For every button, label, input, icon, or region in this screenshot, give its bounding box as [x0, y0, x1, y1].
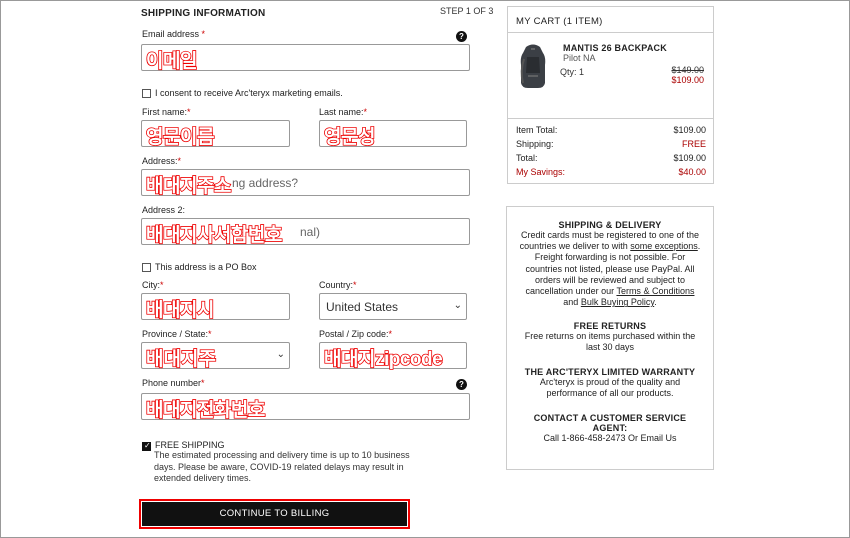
first-name-overlay: 영문이름: [145, 126, 215, 149]
contact-text[interactable]: Call 1-866-458-2473 Or Email Us: [519, 433, 701, 444]
shipping-delivery-title: SHIPPING & DELIVERY: [558, 220, 662, 230]
phone-help-icon[interactable]: ?: [456, 379, 467, 390]
cart-title: MY CART (1 ITEM): [516, 16, 603, 27]
email-help-icon[interactable]: ?: [456, 31, 467, 42]
address-overlay: 배대지주소: [145, 175, 232, 198]
returns-text: Free returns on items purchased within t…: [524, 331, 696, 353]
price-original: $149.00: [671, 65, 704, 75]
province-overlay: 배대지주: [145, 348, 217, 371]
warranty-text: Arc'teryx is proud of the quality and pe…: [539, 377, 681, 399]
last-name-overlay: 영문성: [323, 126, 376, 149]
section-title: SHIPPING INFORMATION: [141, 8, 266, 19]
free-shipping-checkbox[interactable]: [142, 441, 151, 451]
free-shipping-title: FREE SHIPPING: [155, 440, 225, 450]
address2-field[interactable]: nal) 배대지사서함번호: [141, 218, 470, 247]
po-box-checkbox[interactable]: [142, 263, 151, 272]
shipping-info-panel: SHIPPING & DELIVERY Credit cards must be…: [506, 206, 714, 470]
chevron-down-icon: ⌄: [453, 300, 462, 311]
po-box-label: This address is a PO Box: [155, 262, 257, 272]
country-label: Country:*: [319, 280, 357, 290]
address-label: Address:*: [142, 156, 182, 166]
continue-to-billing-button[interactable]: CONTINUE TO BILLING: [142, 502, 407, 526]
shipping-delivery-text: Credit cards must be registered to one o…: [519, 230, 701, 308]
province-label: Province / State:*: [142, 329, 212, 339]
email-label: Email address *: [142, 29, 206, 39]
product-name[interactable]: MANTIS 26 BACKPACK: [563, 43, 667, 53]
city-overlay: 배대지시: [145, 299, 215, 322]
terms-link[interactable]: Terms & Conditions: [616, 286, 694, 296]
first-name-field[interactable]: 영문이름: [141, 120, 290, 149]
address2-placeholder: nal): [300, 225, 321, 239]
divider: [508, 118, 713, 119]
consent-checkbox[interactable]: [142, 89, 151, 98]
returns-title: FREE RETURNS: [573, 321, 647, 331]
country-value: United States: [326, 300, 399, 314]
last-name-field[interactable]: 영문성: [319, 120, 467, 149]
phone-overlay: 배대지전화번호: [145, 399, 266, 422]
product-qty: Qty: 1: [560, 67, 585, 77]
address2-label: Address 2:: [142, 205, 186, 215]
address2-overlay: 배대지사서함번호: [145, 224, 283, 247]
backpack-icon: [520, 44, 546, 88]
exceptions-link[interactable]: some exceptions: [630, 241, 698, 251]
city-label: City:*: [142, 280, 164, 290]
phone-field[interactable]: 배대지전화번호: [141, 393, 470, 422]
phone-label: Phone number*: [142, 378, 205, 388]
divider: [508, 32, 713, 33]
country-select[interactable]: United States ⌄: [319, 293, 467, 320]
zip-label: Postal / Zip code:*: [319, 329, 393, 339]
email-overlay: 이메일: [145, 50, 198, 73]
page-frame: [0, 0, 850, 538]
address-placeholder: ng address?: [232, 176, 299, 190]
province-select[interactable]: 배대지주 ⌄: [141, 342, 290, 371]
step-indicator: STEP 1 OF 3: [440, 6, 494, 16]
city-field[interactable]: 배대지시: [141, 293, 290, 322]
chevron-down-icon: ⌄: [276, 349, 285, 360]
consent-label: I consent to receive Arc'teryx marketing…: [155, 88, 343, 98]
zip-field[interactable]: 배대지zipcode: [319, 342, 467, 371]
address-field[interactable]: ng address? 배대지주소: [141, 169, 470, 198]
last-name-label: Last name:*: [319, 107, 368, 117]
zip-overlay: 배대지zipcode: [323, 348, 443, 371]
product-color: Pilot NA: [563, 53, 596, 63]
contact-title: CONTACT A CUSTOMER SERVICE AGENT:: [533, 413, 687, 433]
free-shipping-desc: The estimated processing and delivery ti…: [154, 450, 410, 483]
email-field[interactable]: 이메일: [141, 44, 470, 73]
price-sale: $109.00: [671, 75, 704, 85]
cart-summary: MY CART (1 ITEM) MANTIS 26 BACKPACK Pilo…: [507, 6, 714, 184]
bulk-buying-link[interactable]: Bulk Buying Policy: [581, 297, 654, 307]
first-name-label: First name:*: [142, 107, 191, 117]
warranty-title: THE ARC'TERYX LIMITED WARRANTY: [524, 367, 696, 377]
